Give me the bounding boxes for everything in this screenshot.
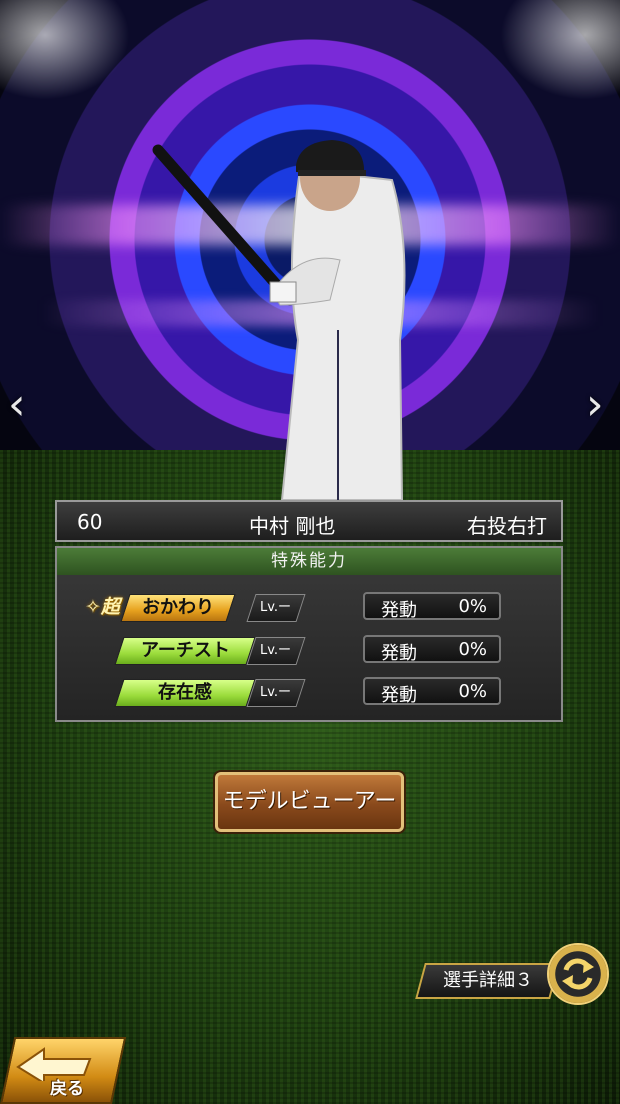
player-detail-button[interactable]: 選手詳細３ — [415, 963, 560, 999]
super-badge: 超 — [100, 596, 120, 618]
back-label: 戻る — [50, 1079, 84, 1099]
ability-row[interactable]: 存在感 Lv.ー 発動 0% — [57, 677, 565, 709]
special-abilities-panel: 特殊能力 ✧超 おかわり Lv.ー 発動 0% アーチスト Lv.ー 発動 0%… — [55, 546, 563, 722]
ability-name: アーチスト — [114, 637, 256, 665]
ability-trigger-rate: 発動 0% — [363, 592, 501, 621]
ability-level: Lv.ー — [246, 594, 306, 622]
ability-name: 存在感 — [114, 679, 256, 707]
player-number: 60 — [77, 510, 103, 534]
abilities-title: 特殊能力 — [57, 548, 561, 575]
ability-name: おかわり — [120, 594, 236, 622]
ability-row[interactable]: アーチスト Lv.ー 発動 0% — [57, 635, 565, 667]
sparkle-icon: ✧超 — [85, 596, 120, 618]
next-player-arrow[interactable]: › — [586, 383, 604, 427]
ability-trigger-rate: 発動 0% — [363, 635, 501, 664]
prev-player-arrow[interactable]: ‹ — [8, 383, 26, 427]
ability-level: Lv.ー — [246, 637, 306, 665]
player-name: 中村 剛也 — [249, 514, 336, 538]
ability-row[interactable]: ✧超 おかわり Lv.ー 発動 0% — [57, 592, 565, 624]
rotate-icon — [562, 958, 594, 990]
model-viewer-button[interactable]: モデルビューアー — [215, 772, 404, 832]
chevron-right-icon: › — [586, 379, 604, 430]
player-info-bar: 60 中村 剛也 右投右打 — [55, 500, 563, 542]
player-handedness: 右投右打 — [467, 514, 547, 538]
ability-trigger-rate: 発動 0% — [363, 677, 501, 706]
player-image — [152, 140, 406, 501]
ability-level: Lv.ー — [246, 679, 306, 707]
chevron-left-icon: ‹ — [8, 379, 26, 430]
rotate-button[interactable] — [547, 943, 609, 1005]
